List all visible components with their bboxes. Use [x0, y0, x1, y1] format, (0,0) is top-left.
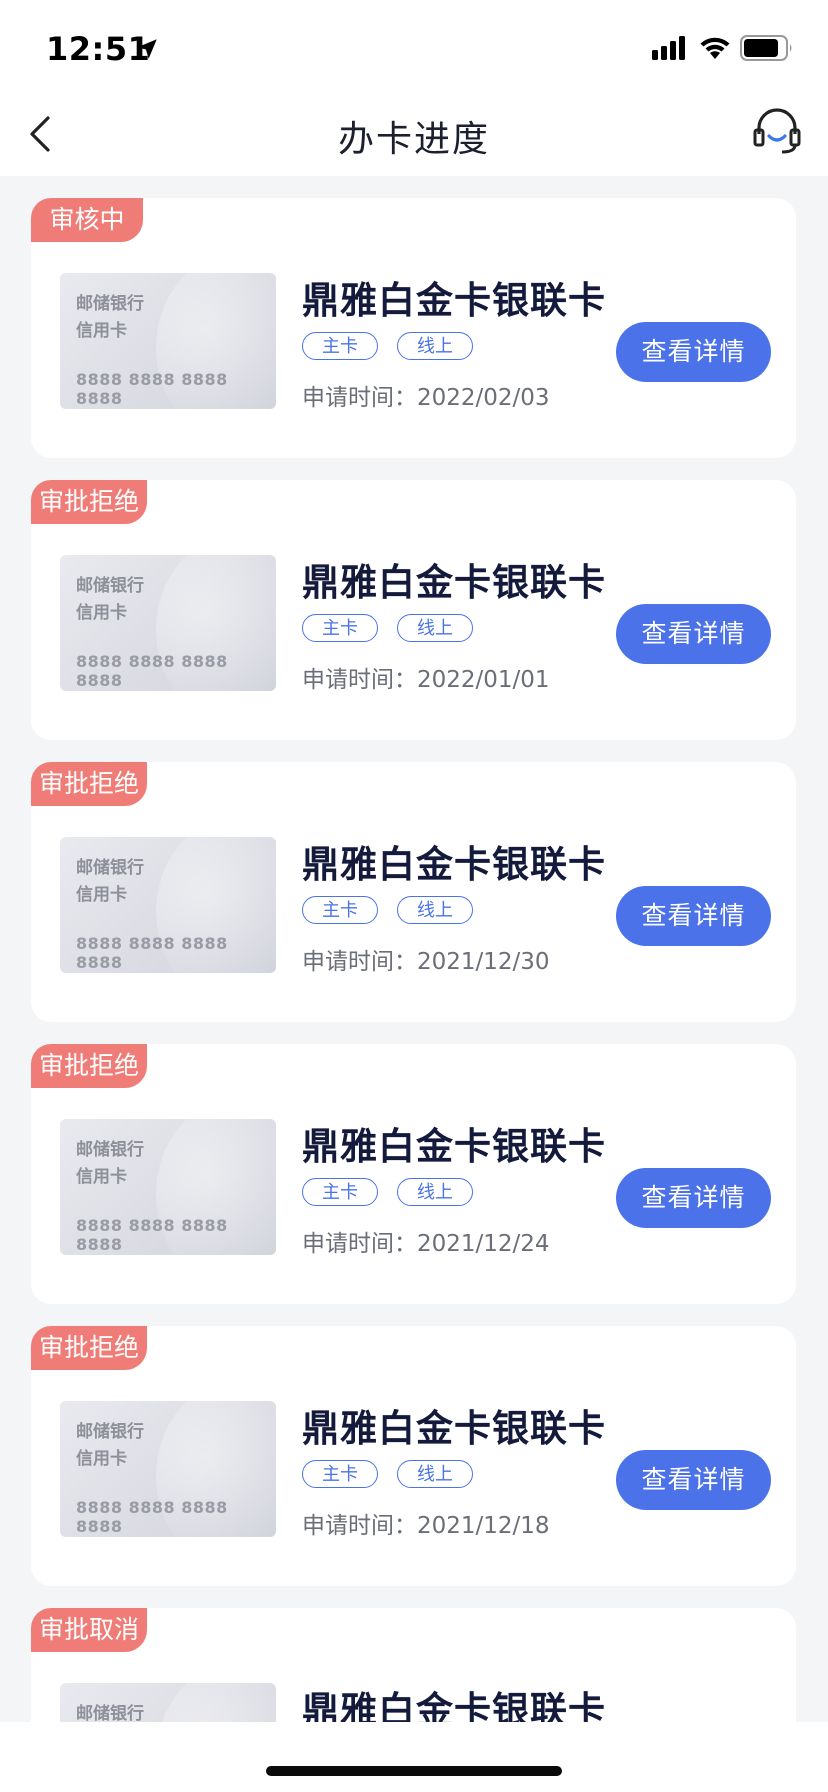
application-card[interactable]: 审批拒绝 邮储银行 信用卡 8888 8888 8888 8888 鼎雅白金卡银… [31, 1044, 796, 1304]
status-badge: 审批拒绝 [31, 1044, 148, 1088]
credit-card-image: 邮储银行 信用卡 8888 8888 8888 8888 [60, 555, 276, 691]
card-image-type: 信用卡 [76, 321, 127, 341]
tag-primary-card: 主卡 [302, 332, 378, 360]
card-image-bank: 邮储银行 [76, 858, 144, 878]
application-card[interactable]: 审批拒绝 邮储银行 信用卡 8888 8888 8888 8888 鼎雅白金卡银… [31, 480, 796, 740]
tag-primary-card: 主卡 [302, 896, 378, 924]
card-image-bank: 邮储银行 [76, 294, 144, 314]
credit-card-image: 邮储银行 信用卡 8888 8888 8888 8888 [60, 1119, 276, 1255]
credit-card-image: 邮储银行 信用卡 8888 8888 8888 8888 [60, 273, 276, 409]
tag-online: 线上 [397, 614, 473, 642]
card-name: 鼎雅白金卡银联卡 [302, 279, 606, 322]
tag-primary-card: 主卡 [302, 1460, 378, 1488]
tag-online: 线上 [397, 332, 473, 360]
card-name: 鼎雅白金卡银联卡 [302, 561, 606, 604]
status-badge: 审批拒绝 [31, 480, 148, 524]
view-details-button[interactable]: 查看详情 [616, 1168, 771, 1228]
card-image-number: 8888 8888 8888 8888 [76, 1216, 228, 1254]
status-badge: 审批拒绝 [31, 762, 148, 806]
view-details-button[interactable]: 查看详情 [616, 886, 771, 946]
credit-card-image: 邮储银行 [60, 1683, 276, 1722]
status-badge: 审批取消 [31, 1608, 148, 1652]
status-badge: 审批拒绝 [31, 1326, 148, 1370]
application-card[interactable]: 审批拒绝 邮储银行 信用卡 8888 8888 8888 8888 鼎雅白金卡银… [31, 1326, 796, 1586]
battery-icon [740, 35, 792, 61]
location-arrow-icon [137, 39, 157, 59]
signal-icon [652, 36, 685, 60]
status-badge: 审核中 [31, 198, 143, 242]
tag-primary-card: 主卡 [302, 614, 378, 642]
card-image-bank: 邮储银行 [76, 576, 144, 596]
credit-card-image: 邮储银行 信用卡 8888 8888 8888 8888 [60, 1401, 276, 1537]
customer-service-headset-icon [753, 108, 801, 154]
card-image-bank: 邮储银行 [76, 1422, 144, 1442]
credit-card-image: 邮储银行 信用卡 8888 8888 8888 8888 [60, 837, 276, 973]
card-image-type: 信用卡 [76, 885, 127, 905]
home-indicator[interactable] [266, 1766, 562, 1776]
apply-time: 申请时间：2021/12/24 [302, 1231, 550, 1257]
card-image-type: 信用卡 [76, 1449, 127, 1469]
card-image-number: 8888 8888 8888 8888 [76, 1498, 228, 1536]
card-image-number: 8888 8888 8888 8888 [76, 652, 228, 690]
apply-time: 申请时间：2021/12/18 [302, 1513, 550, 1539]
apply-time: 申请时间：2022/02/03 [302, 385, 550, 411]
tag-online: 线上 [397, 1460, 473, 1488]
card-name: 鼎雅白金卡银联卡 [302, 843, 606, 886]
card-image-type: 信用卡 [76, 603, 127, 623]
apply-time: 申请时间：2022/01/01 [302, 667, 550, 693]
page-title: 办卡进度 [337, 119, 490, 160]
application-card[interactable]: 审批取消 邮储银行 鼎雅白金卡银联卡 [31, 1608, 796, 1722]
card-name: 鼎雅白金卡银联卡 [302, 1689, 606, 1722]
card-image-number: 8888 8888 8888 8888 [76, 370, 228, 408]
card-image-bank: 邮储银行 [76, 1704, 144, 1722]
view-details-button[interactable]: 查看详情 [616, 322, 771, 382]
view-details-button[interactable]: 查看详情 [616, 604, 771, 664]
nav-bar: 办卡进度 [0, 92, 828, 176]
tag-online: 线上 [397, 1178, 473, 1206]
home-indicator-area [0, 1722, 828, 1792]
card-name: 鼎雅白金卡银联卡 [302, 1407, 606, 1450]
application-list[interactable]: 审核中 邮储银行 信用卡 8888 8888 8888 8888 鼎雅白金卡银联… [0, 176, 828, 1722]
card-image-type: 信用卡 [76, 1167, 127, 1187]
wifi-icon [700, 37, 730, 59]
application-card[interactable]: 审批拒绝 邮储银行 信用卡 8888 8888 8888 8888 鼎雅白金卡银… [31, 762, 796, 1022]
card-name: 鼎雅白金卡银联卡 [302, 1125, 606, 1168]
application-card[interactable]: 审核中 邮储银行 信用卡 8888 8888 8888 8888 鼎雅白金卡银联… [31, 198, 796, 458]
customer-service-button[interactable] [752, 106, 802, 160]
view-details-button[interactable]: 查看详情 [616, 1450, 771, 1510]
apply-time: 申请时间：2021/12/30 [302, 949, 550, 975]
status-bar: 12:51 [0, 0, 828, 92]
tag-online: 线上 [397, 896, 473, 924]
tag-primary-card: 主卡 [302, 1178, 378, 1206]
card-image-bank: 邮储银行 [76, 1140, 144, 1160]
card-image-number: 8888 8888 8888 8888 [76, 934, 228, 972]
